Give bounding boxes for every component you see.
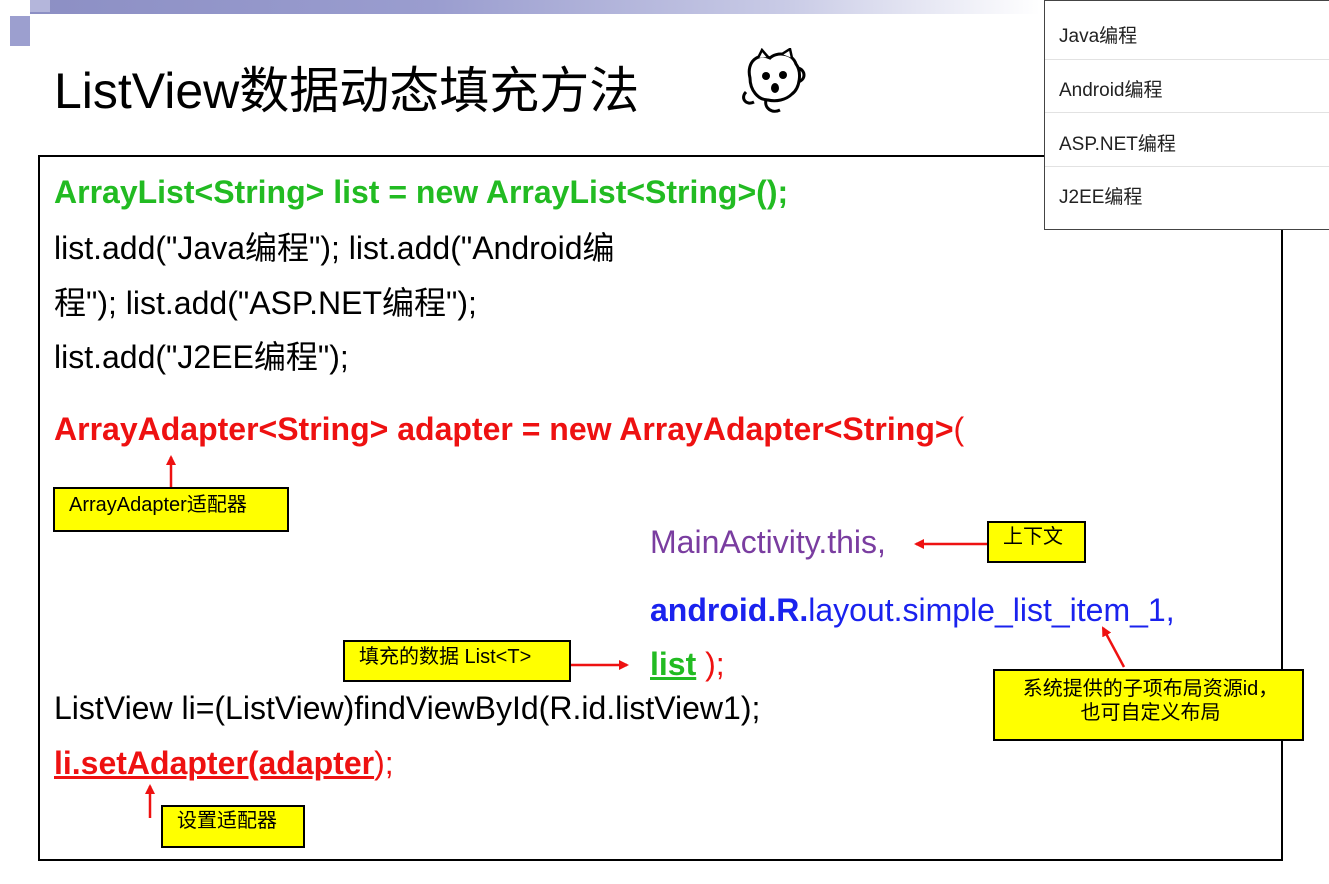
listview-preview: Java编程 Android编程 ASP.NET编程 J2EE编程: [1044, 0, 1329, 230]
arrow-to-layout: [1101, 626, 1126, 668]
listview-divider: [1045, 166, 1329, 167]
listview-item[interactable]: ASP.NET编程: [1059, 129, 1176, 156]
listview-item[interactable]: Java编程: [1059, 21, 1137, 48]
listview-divider: [1045, 112, 1329, 113]
listview-item[interactable]: Android编程: [1059, 75, 1163, 102]
listview-divider: [1045, 59, 1329, 60]
listview-item[interactable]: J2EE编程: [1059, 182, 1142, 209]
